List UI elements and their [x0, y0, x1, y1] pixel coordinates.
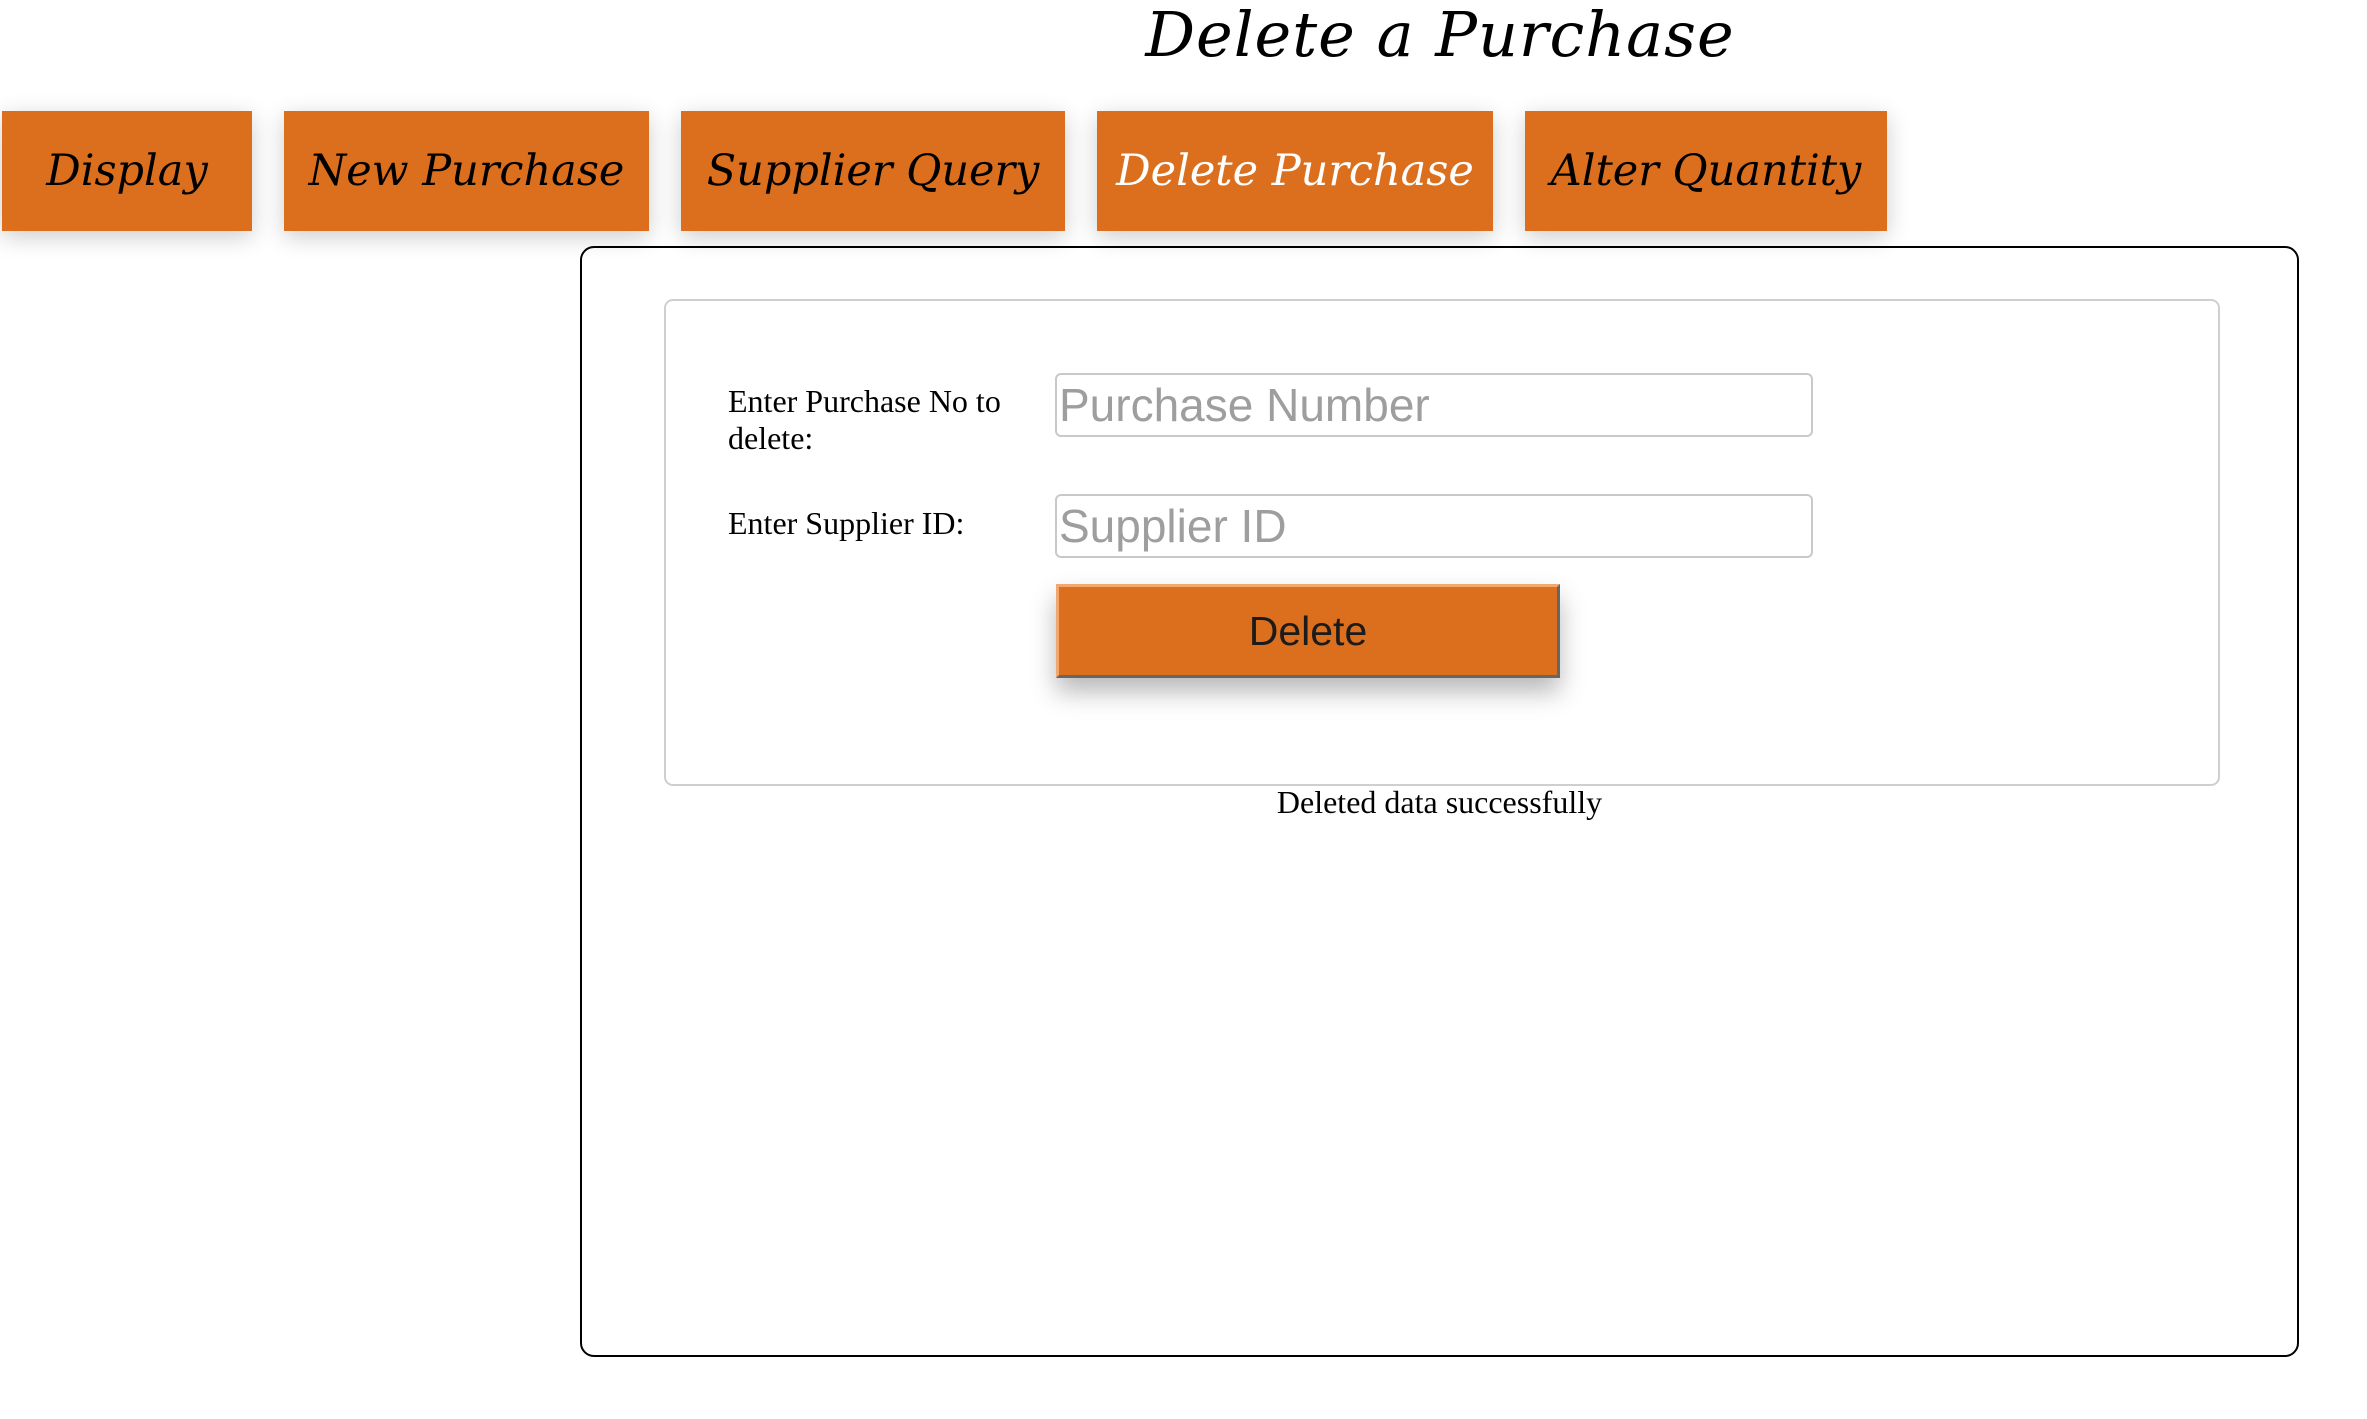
supplier-id-input[interactable] [1055, 494, 1813, 558]
delete-button[interactable]: Delete [1056, 584, 1560, 678]
status-message: Deleted data successfully [1276, 784, 1603, 820]
nav-item-new-purchase[interactable]: New Purchase [284, 111, 649, 231]
purchase-number-input[interactable] [1055, 373, 1813, 437]
nav-item-alter-quantity[interactable]: Alter Quantity [1525, 111, 1887, 231]
nav-item-label: Supplier Query [706, 146, 1040, 196]
page-title: Delete a Purchase [1145, 0, 1735, 71]
delete-button-label: Delete [1248, 607, 1368, 654]
nav-item-label: Delete Purchase [1116, 146, 1474, 196]
nav-item-label: Display [46, 146, 208, 196]
nav-item-supplier-query[interactable]: Supplier Query [681, 111, 1065, 231]
nav-item-label: Alter Quantity [1550, 146, 1862, 196]
purchase-number-label: Enter Purchase No to delete: [728, 383, 1001, 456]
nav-bar: Display New Purchase Supplier Query Dele… [0, 111, 1888, 231]
nav-item-display[interactable]: Display [2, 111, 252, 231]
nav-item-delete-purchase[interactable]: Delete Purchase [1097, 111, 1493, 231]
nav-item-label: New Purchase [308, 146, 625, 196]
supplier-id-label: Enter Supplier ID: [728, 505, 965, 541]
